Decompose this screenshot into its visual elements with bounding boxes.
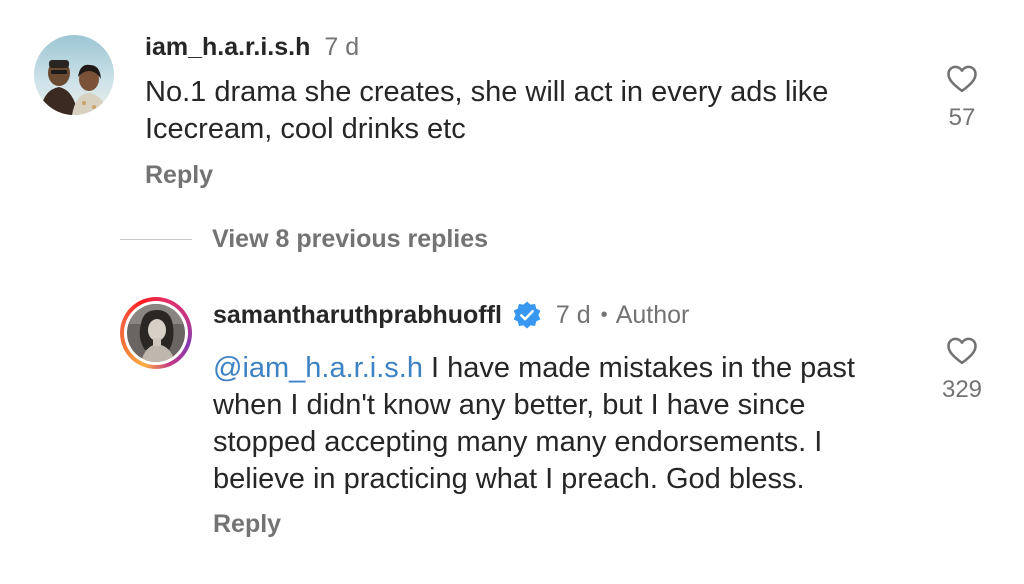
divider-line [120,238,192,240]
username[interactable]: samantharuthprabhuoffl [213,301,502,330]
timestamp: 7 d [555,300,591,329]
like-count: 57 [948,104,976,131]
comment-text: No.1 drama she creates, she will act in … [145,76,829,145]
user-photo-avatar-icon [127,304,185,362]
comment-text: @iam_h.a.r.i.s.h I have made mistakes in… [213,350,913,498]
reply-button[interactable]: Reply [145,161,213,190]
timestamp: 7 d [324,32,360,61]
comment-item: iam_h.a.r.i.s.h 7 d No.1 drama she creat… [0,0,1024,210]
view-replies-label[interactable]: View 8 previous replies [212,225,488,254]
mention-link[interactable]: @iam_h.a.r.i.s.h [213,352,423,384]
like-group: 329 [924,332,1000,404]
username[interactable]: iam_h.a.r.i.s.h [145,33,310,62]
verified-badge-icon [513,301,541,329]
view-previous-replies[interactable]: View 8 previous replies [120,222,488,256]
separator-dot: • [600,303,608,326]
story-ring-avatar[interactable] [120,297,192,369]
comment-header: iam_h.a.r.i.s.h 7 d [145,30,359,64]
reply-button[interactable]: Reply [213,510,281,539]
avatar [127,304,185,362]
user-photo-avatar-icon [34,35,114,115]
author-label: Author [615,300,690,329]
heart-outline-icon[interactable] [943,332,981,368]
comment-header: samantharuthprabhuoffl 7 d • Author [213,298,689,332]
avatar[interactable] [34,35,114,115]
like-group: 57 [924,60,1000,132]
heart-outline-icon[interactable] [943,60,981,96]
reply-comment-item: samantharuthprabhuoffl 7 d • Author @iam… [0,280,1024,584]
like-count: 329 [941,376,983,403]
